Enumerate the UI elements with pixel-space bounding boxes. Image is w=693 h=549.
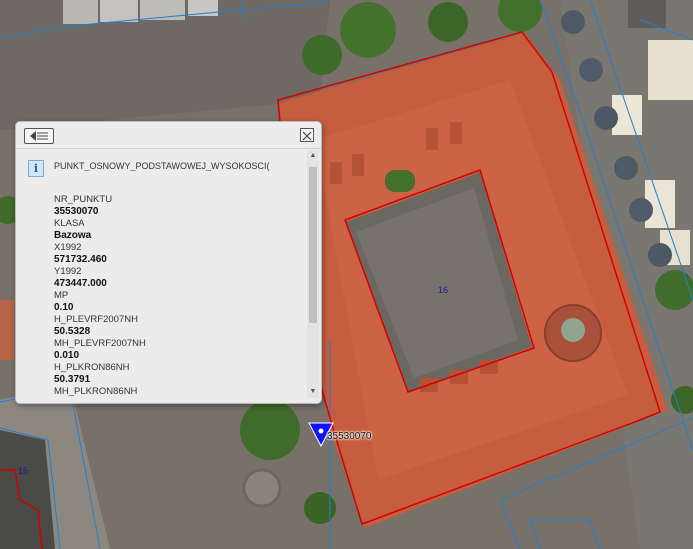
scroll-thumb[interactable]	[309, 167, 317, 323]
popup-scrollbar[interactable]: ▲ ▼	[307, 150, 319, 398]
popup-header	[16, 122, 321, 149]
attr-label-y1992: Y1992	[54, 266, 82, 277]
attr-label-nr-punktu: NR_PUNKTU	[54, 194, 113, 205]
attr-value-nr-punktu: 35530070	[54, 206, 99, 217]
attr-value-x1992: 571732.460	[54, 254, 107, 265]
info-icon: i	[28, 160, 44, 177]
fountain	[242, 468, 282, 508]
attr-label-h-plkron86nh: H_PLKRON86NH	[54, 362, 130, 373]
popup-body: i PUNKT_OSNOWY_PODSTAWOWEJ_WYSOKOSCI( NR…	[16, 149, 306, 403]
parcel-label-15: 15	[18, 466, 29, 476]
attr-label-h-plevrf2007nh: H_PLEVRF2007NH	[54, 314, 138, 325]
feature-layer-title: PUNKT_OSNOWY_PODSTAWOWEJ_WYSOKOSCI(	[54, 161, 270, 171]
attr-label-mp: MP	[54, 290, 69, 301]
attr-value-mh-plevrf2007nh: 0.010	[54, 350, 80, 361]
awning-1	[648, 40, 693, 100]
stall-1	[63, 0, 98, 24]
scroll-up-arrow-icon[interactable]: ▲	[307, 150, 319, 162]
attr-value-y1992: 473447.000	[54, 278, 107, 289]
parcel-label-16: 16	[438, 285, 449, 295]
attr-value-h-plevrf2007nh: 50.5328	[54, 326, 91, 337]
feature-info-popup: i PUNKT_OSNOWY_PODSTAWOWEJ_WYSOKOSCI( NR…	[15, 121, 322, 404]
attr-label-x1992: X1992	[54, 242, 82, 253]
stall-2	[100, 0, 138, 22]
attribute-list: NR_PUNKTU 35530070 KLASA Bazowa X1992 57…	[54, 194, 294, 398]
kiosk	[628, 0, 666, 28]
attr-value-mp: 0.10	[54, 302, 74, 313]
attr-label-klasa: KLASA	[54, 218, 85, 229]
benchmark-label: 35530070	[327, 431, 372, 442]
back-arrow-icon	[30, 131, 48, 141]
scroll-down-arrow-icon[interactable]: ▼	[307, 386, 319, 398]
tree-in-courtyard	[385, 170, 415, 192]
close-icon	[302, 131, 312, 141]
attr-label-mh-plkron86nh: MH_PLKRON86NH	[54, 386, 138, 397]
attr-label-mh-plevrf2007nh: MH_PLEVRF2007NH	[54, 338, 146, 349]
back-button[interactable]	[24, 128, 54, 144]
attr-value-klasa: Bazowa	[54, 230, 92, 241]
clock-tower-top	[561, 318, 585, 342]
attr-value-h-plkron86nh: 50.3791	[54, 374, 91, 385]
close-button[interactable]	[300, 128, 314, 142]
roof-block-left	[0, 300, 14, 360]
